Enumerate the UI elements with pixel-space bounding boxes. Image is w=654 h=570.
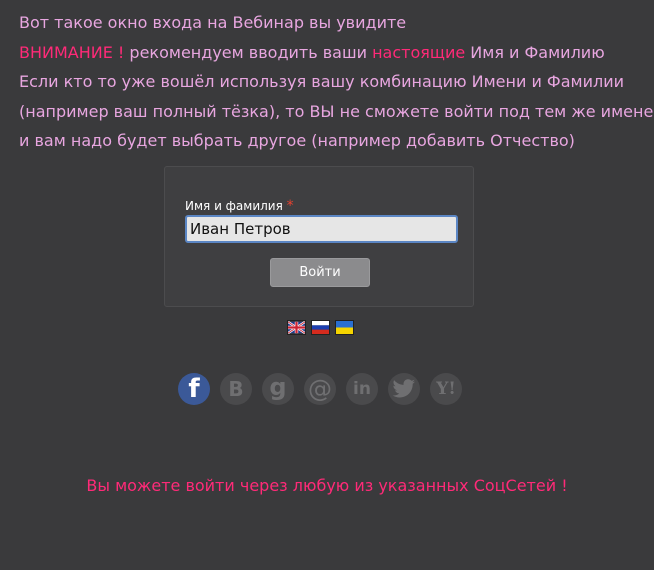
required-mark: * [286,198,294,214]
intro-text: Вот такое окно входа на Вебинар вы увиди… [19,8,654,156]
name-input[interactable] [185,215,458,243]
intro-line-2: ВНИМАНИЕ ! рекомендуем вводить ваши наст… [19,38,649,68]
google-icon[interactable]: g [262,373,294,405]
intro-line-3: Если кто то уже вошёл используя вашу ком… [19,72,624,91]
facebook-icon[interactable]: f [178,373,210,405]
social-login-note: Вы можете войти через любую из указанных… [86,476,568,495]
russian-flag-icon[interactable] [311,320,330,335]
mailru-icon[interactable]: @ [304,373,336,405]
ukrainian-flag-icon[interactable] [335,320,354,335]
intro-line-2-part1: рекомендуем вводить ваши [124,42,373,62]
english-flag-icon[interactable] [287,320,306,335]
intro-line-5: и вам надо будет выбрать другое (наприме… [19,131,575,150]
intro-line-1: Вот такое окно входа на Вебинар вы увиди… [19,13,407,32]
name-label-text: Имя и фамилия [185,199,283,213]
vkontakte-icon[interactable]: B [220,373,252,405]
intro-line-2-part2: Имя и Фамилию [465,42,605,62]
real-highlight: настоящие [372,42,466,62]
twitter-icon[interactable] [388,373,420,405]
name-field-label: Имя и фамилия * [185,198,294,214]
twitter-bird-icon [392,379,415,398]
warning-label: ВНИМАНИЕ ! [19,42,125,62]
linkedin-icon[interactable]: in [346,373,378,405]
yahoo-icon[interactable]: Y! [430,373,462,405]
intro-line-4: (например ваш полный тёзка), то ВЫ не см… [19,101,654,121]
login-button[interactable]: Войти [270,258,370,287]
login-form: Имя и фамилия * Войти [164,166,474,307]
